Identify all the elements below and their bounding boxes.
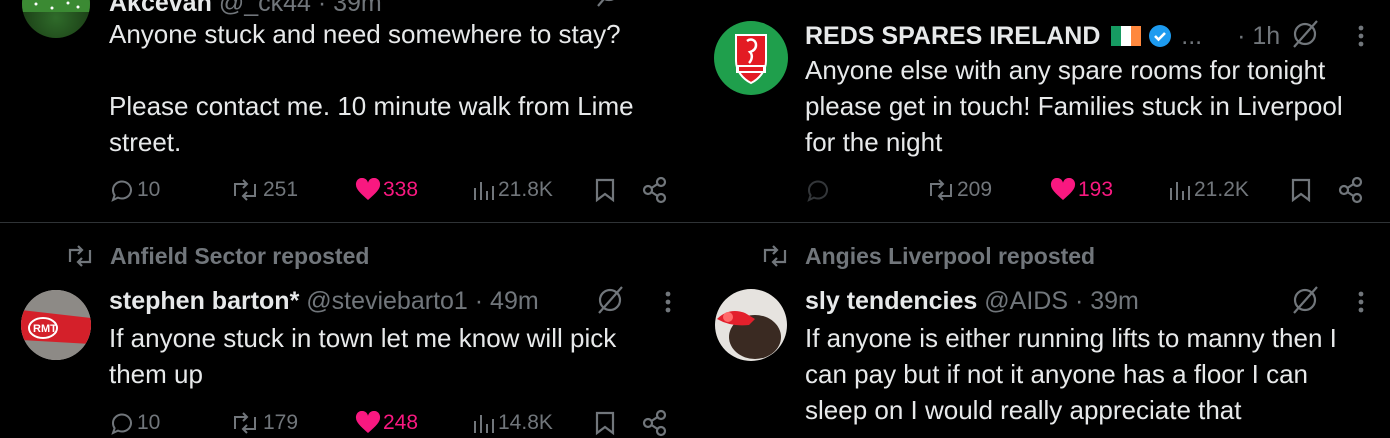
heart-icon [1050, 178, 1076, 200]
author-name[interactable]: stephen barton* [109, 287, 299, 315]
reply-icon [807, 180, 828, 202]
svg-text:RMT: RMT [33, 323, 57, 335]
author-line: stephen barton* @steviebarto1 · 49m [109, 286, 539, 316]
views-icon [1170, 182, 1190, 200]
text-line: If anyone stuck in town let me know will… [109, 323, 617, 353]
text-line: Anyone else with any spare rooms for ton… [805, 55, 1326, 85]
avatar-akcevan[interactable] [22, 0, 90, 38]
like-count: 193 [1078, 178, 1114, 201]
handle-ellipsis: ... [1181, 22, 1203, 50]
reply-icon [111, 413, 132, 435]
like-count: 338 [383, 178, 419, 201]
bookmark-icon[interactable] [593, 175, 617, 205]
repost-icon [234, 412, 256, 434]
reply-button[interactable] [805, 175, 855, 205]
avatar-stephen-barton[interactable]: RMT [21, 290, 91, 360]
repost-count: 209 [957, 178, 993, 201]
text-line-blank [109, 52, 689, 88]
views-icon [474, 415, 494, 433]
avatar-sly-tendencies[interactable] [715, 289, 787, 361]
author-handle[interactable]: @_ck44 · 39m [219, 0, 382, 17]
text-line: them up [109, 359, 203, 389]
author-name[interactable]: sly tendencies [805, 287, 977, 315]
author-name[interactable]: REDS SPARES IRELAND [805, 22, 1100, 50]
text-line: can pay but if not it anyone has a floor… [805, 359, 1308, 389]
views-button[interactable]: 21.2K [1167, 175, 1257, 205]
face-image [717, 311, 781, 359]
text-line: please get in touch! Families stuck in L… [805, 91, 1343, 121]
flag-ireland-icon [1111, 26, 1142, 46]
more-options-icon[interactable] [1357, 290, 1365, 314]
text-line: sleep on I would really appreciate that [805, 395, 1242, 425]
tweet-akcevan[interactable]: Akcevan @_ck44 · 39m Anyone stuck and ne… [0, 0, 695, 222]
text-line: If anyone is either running lifts to man… [805, 323, 1337, 353]
repost-button[interactable]: 251 [229, 175, 309, 205]
post-time[interactable]: · 1h [1237, 22, 1280, 50]
repost-by-label: Anfield Sector reposted [110, 243, 370, 269]
views-count: 21.8K [498, 178, 553, 201]
like-button[interactable]: 338 [354, 175, 434, 205]
action-bar: 10 251 338 21.8K [109, 175, 679, 205]
reply-count: 10 [137, 178, 161, 201]
more-options-icon[interactable] [1357, 24, 1365, 48]
avatar-reds-spares[interactable] [714, 21, 788, 95]
views-button[interactable]: 21.8K [471, 175, 561, 205]
tweet-sly-tendencies[interactable]: Angies Liverpool reposted sly tendencies… [695, 223, 1390, 434]
tweet-stephen-barton[interactable]: Anfield Sector reposted RMT stephen bart… [0, 223, 695, 437]
text-line: for the night [805, 127, 943, 157]
author-line: sly tendencies @AIDS · 39m [805, 286, 1139, 316]
more-options-icon[interactable] [664, 290, 672, 314]
repost-count: 251 [263, 178, 299, 201]
author-handle[interactable]: @steviebarto1 · 49m [306, 287, 538, 315]
verified-badge-icon [1149, 25, 1172, 47]
author-line: REDS SPARES IRELAND ... · 1h [805, 21, 1280, 51]
grok-icon[interactable] [596, 286, 626, 316]
stadium-image [22, 0, 90, 12]
text-line: Anyone stuck and need somewhere to stay? [109, 19, 621, 49]
like-button[interactable]: 193 [1049, 175, 1129, 205]
grok-icon[interactable] [596, 0, 626, 10]
repost-icon [68, 245, 92, 267]
author-name[interactable]: Akcevan [109, 0, 212, 17]
views-count: 21.2K [1194, 178, 1249, 201]
repost-icon [234, 179, 256, 201]
tweet-text: If anyone stuck in town let me know will… [109, 320, 689, 392]
text-line: street. [109, 127, 182, 157]
tweet-reds-spares[interactable]: REDS SPARES IRELAND ... · 1h Anyone else… [695, 0, 1390, 222]
tweet-text: Anyone stuck and need somewhere to stay?… [109, 16, 689, 160]
banner-image: RMT [21, 290, 91, 360]
repost-icon [763, 245, 787, 267]
repost-button[interactable]: 209 [925, 175, 1005, 205]
share-icon[interactable] [641, 175, 669, 205]
action-bar: 209 193 21.2K [805, 175, 1375, 205]
repost-icon [930, 179, 952, 201]
grok-icon[interactable] [1291, 286, 1321, 316]
heart-icon [355, 178, 381, 200]
club-crest-icon [735, 34, 767, 85]
bookmark-icon[interactable] [1289, 175, 1313, 205]
share-icon[interactable] [1337, 175, 1365, 205]
text-line: Please contact me. 10 minute walk from L… [109, 91, 634, 121]
views-icon [474, 182, 494, 200]
grok-icon[interactable] [1291, 20, 1321, 50]
heart-icon [355, 411, 381, 433]
reply-icon [111, 180, 132, 202]
tweet-text: If anyone is either running lifts to man… [805, 320, 1385, 428]
repost-by-label: Angies Liverpool reposted [805, 243, 1096, 269]
reply-button[interactable]: 10 [109, 175, 189, 205]
tweet-text: Anyone else with any spare rooms for ton… [805, 52, 1390, 160]
author-handle[interactable]: @AIDS · 39m [984, 287, 1139, 315]
